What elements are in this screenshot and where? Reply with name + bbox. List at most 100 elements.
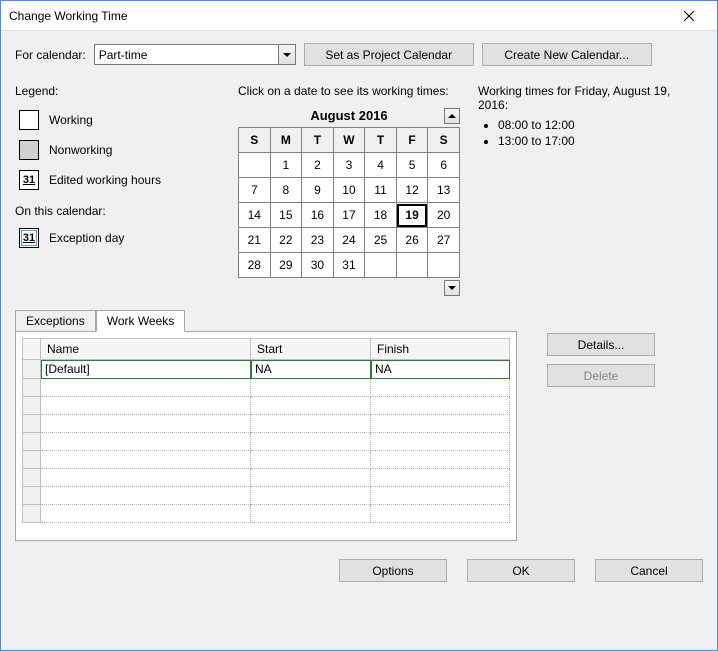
legend-on-this-calendar: On this calendar: [15, 204, 220, 218]
calendar-month-label: August 2016 [310, 108, 387, 123]
calendar-day[interactable]: 23 [302, 228, 334, 253]
calendar-day[interactable]: 11 [365, 178, 397, 203]
set-as-project-calendar-button[interactable]: Set as Project Calendar [304, 43, 474, 66]
calendar-day[interactable]: 1 [270, 153, 302, 178]
cell-name[interactable] [41, 505, 251, 523]
calendar-day[interactable]: 5 [396, 153, 428, 178]
cell-start[interactable] [251, 469, 371, 487]
cell-finish[interactable] [371, 415, 510, 433]
calendar-prev-button[interactable] [444, 108, 460, 124]
legend-swatch-working [19, 110, 39, 130]
calendar-day[interactable]: 27 [428, 228, 460, 253]
options-button[interactable]: Options [339, 559, 447, 582]
calendar-day[interactable]: 7 [239, 178, 271, 203]
cell-start[interactable] [251, 415, 371, 433]
calendar-day[interactable]: 12 [396, 178, 428, 203]
calendar-day[interactable]: 15 [270, 203, 302, 228]
tabstrip: Exceptions Work Weeks [15, 310, 703, 332]
col-finish[interactable]: Finish [371, 339, 510, 360]
cell-finish[interactable]: NA [371, 360, 510, 379]
calendar-day [239, 153, 271, 178]
calendar-dow: F [396, 128, 428, 153]
col-start[interactable]: Start [251, 339, 371, 360]
cell-start[interactable] [251, 379, 371, 397]
calendar-day[interactable]: 14 [239, 203, 271, 228]
cell-name[interactable] [41, 433, 251, 451]
cell-finish[interactable] [371, 451, 510, 469]
calendar-day[interactable]: 25 [365, 228, 397, 253]
calendar-day[interactable]: 18 [365, 203, 397, 228]
legend: Legend: Working Nonworking 31 Edited wor… [15, 84, 220, 296]
tab-work-weeks[interactable]: Work Weeks [96, 310, 186, 332]
legend-swatch-exception: 31 [19, 228, 39, 248]
calendar-day[interactable]: 13 [428, 178, 460, 203]
calendar-day[interactable]: 28 [239, 253, 271, 278]
cell-finish[interactable] [371, 505, 510, 523]
cell-start[interactable] [251, 451, 371, 469]
delete-button[interactable]: Delete [547, 364, 655, 387]
calendar-day[interactable]: 24 [333, 228, 365, 253]
working-times-header: Working times for Friday, August 19, 201… [478, 84, 703, 112]
calendar-day[interactable]: 10 [333, 178, 365, 203]
ok-button[interactable]: OK [467, 559, 575, 582]
legend-label-edited: Edited working hours [49, 173, 161, 187]
cell-finish[interactable] [371, 379, 510, 397]
cell-start[interactable] [251, 505, 371, 523]
row-header[interactable] [23, 451, 41, 469]
details-button[interactable]: Details... [547, 333, 655, 356]
close-button[interactable] [669, 2, 709, 30]
calendar-day[interactable]: 21 [239, 228, 271, 253]
row-header[interactable] [23, 415, 41, 433]
cancel-button[interactable]: Cancel [595, 559, 703, 582]
row-header[interactable] [23, 469, 41, 487]
calendar-day[interactable]: 26 [396, 228, 428, 253]
calendar-prompt: Click on a date to see its working times… [238, 84, 460, 98]
calendar-day[interactable]: 16 [302, 203, 334, 228]
calendar-day[interactable]: 17 [333, 203, 365, 228]
work-weeks-grid[interactable]: Name Start Finish [Default]NANA [22, 338, 510, 523]
cell-start[interactable]: NA [251, 360, 371, 379]
row-header[interactable] [23, 505, 41, 523]
calendar-day[interactable]: 20 [428, 203, 460, 228]
calendar-day[interactable]: 19 [396, 203, 428, 228]
row-header[interactable] [23, 379, 41, 397]
calendar-dow: S [428, 128, 460, 153]
row-header[interactable] [23, 397, 41, 415]
calendar-day[interactable]: 2 [302, 153, 334, 178]
cell-name[interactable] [41, 469, 251, 487]
col-name[interactable]: Name [41, 339, 251, 360]
cell-finish[interactable] [371, 433, 510, 451]
calendar-day[interactable]: 22 [270, 228, 302, 253]
cell-name[interactable] [41, 379, 251, 397]
legend-label-working: Working [49, 113, 93, 127]
cell-finish[interactable] [371, 469, 510, 487]
row-header[interactable] [23, 433, 41, 451]
calendar-day[interactable]: 29 [270, 253, 302, 278]
tab-exceptions[interactable]: Exceptions [15, 310, 96, 332]
cell-finish[interactable] [371, 397, 510, 415]
calendar-day[interactable]: 8 [270, 178, 302, 203]
calendar-dow: T [302, 128, 334, 153]
calendar-day[interactable]: 4 [365, 153, 397, 178]
cell-name[interactable] [41, 451, 251, 469]
calendar-next-button[interactable] [444, 280, 460, 296]
calendar-day[interactable]: 6 [428, 153, 460, 178]
working-time-entry: 13:00 to 17:00 [498, 134, 703, 148]
calendar-day[interactable]: 3 [333, 153, 365, 178]
cell-name[interactable] [41, 487, 251, 505]
cell-start[interactable] [251, 487, 371, 505]
calendar-select[interactable]: Part-time [94, 44, 296, 65]
row-header[interactable] [23, 487, 41, 505]
row-header[interactable] [23, 360, 41, 379]
calendar-day[interactable]: 30 [302, 253, 334, 278]
cell-finish[interactable] [371, 487, 510, 505]
cell-name[interactable] [41, 415, 251, 433]
calendar-select-value: Part-time [99, 48, 148, 62]
cell-start[interactable] [251, 397, 371, 415]
calendar-day[interactable]: 9 [302, 178, 334, 203]
cell-name[interactable]: [Default] [41, 360, 251, 379]
cell-start[interactable] [251, 433, 371, 451]
create-new-calendar-button[interactable]: Create New Calendar... [482, 43, 652, 66]
calendar-day[interactable]: 31 [333, 253, 365, 278]
cell-name[interactable] [41, 397, 251, 415]
